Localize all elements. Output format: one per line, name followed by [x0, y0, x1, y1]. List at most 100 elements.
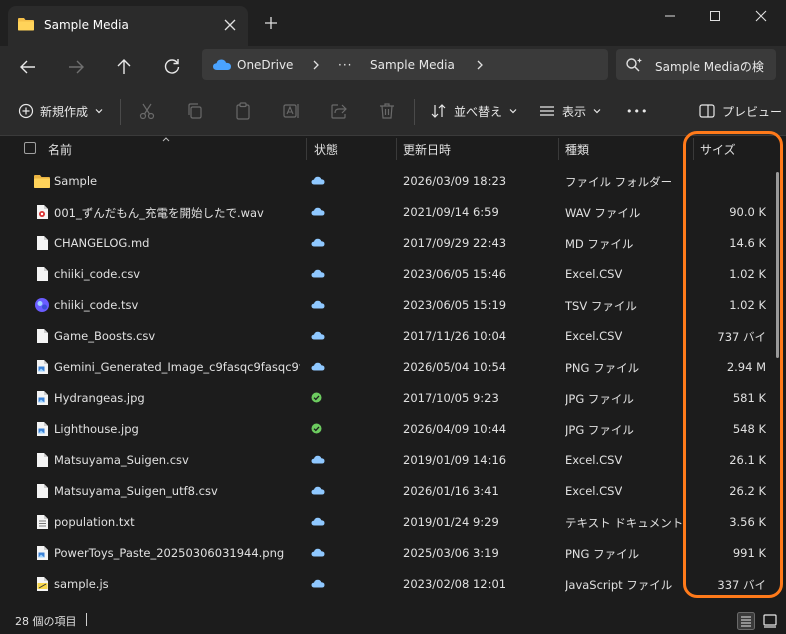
file-size: 548 K	[732, 422, 766, 436]
cloud-status-icon	[311, 455, 325, 464]
file-row[interactable]: Hydrangeas.jpg 2017/10/05 9:23 JPG ファイル 581…	[0, 382, 774, 413]
scrollbar-thumb[interactable]	[776, 172, 779, 358]
chevron-down-icon	[509, 109, 517, 114]
file-size: 581 K	[732, 391, 766, 405]
search-input[interactable]: Sample Mediaの検	[655, 58, 764, 75]
file-row[interactable]: population.txt 2019/01/24 9:29 テキスト ドキュメント…	[0, 506, 774, 537]
file-row[interactable]: CHANGELOG.md 2017/09/29 22:43 MD ファイル 14.6 …	[0, 227, 774, 258]
address-bar[interactable]: OneDrive ··· Sample Media	[202, 49, 608, 80]
column-modified[interactable]: 更新日時	[403, 141, 451, 158]
search-box[interactable]: Sample Mediaの検	[616, 49, 776, 80]
cloud-status-icon	[311, 269, 325, 278]
file-size: 3.56 K	[729, 515, 766, 529]
breadcrumb-sample-media[interactable]: Sample Media	[370, 58, 455, 72]
column-size[interactable]: サイズ	[700, 141, 736, 158]
view-button[interactable]: 表示	[538, 99, 602, 123]
file-name: chiiki_code.tsv	[54, 298, 139, 312]
paste-icon[interactable]	[233, 101, 253, 121]
js-file-icon	[37, 577, 48, 591]
new-button[interactable]: 新規作成	[18, 99, 104, 123]
up-arrow-icon[interactable]	[111, 54, 137, 80]
close-window-icon[interactable]	[741, 4, 781, 28]
chevron-right-icon[interactable]	[312, 59, 320, 71]
file-name: Matsuyama_Suigen.csv	[54, 453, 189, 467]
file-modified: 2026/03/09 18:23	[403, 174, 507, 188]
file-row[interactable]: Lighthouse.jpg 2026/04/09 10:44 JPG ファイル 54…	[0, 413, 774, 444]
file-row[interactable]: Sample 2026/03/09 18:23 ファイル フォルダー	[0, 165, 774, 196]
breadcrumb-ellipsis[interactable]: ···	[338, 58, 352, 72]
chevron-down-icon	[593, 109, 601, 114]
column-divider[interactable]	[306, 138, 307, 160]
file-modified: 2017/10/05 9:23	[403, 391, 499, 405]
cloud-status-icon	[311, 579, 325, 588]
file-name: Hydrangeas.jpg	[54, 391, 145, 405]
file-type: JPG ファイル	[565, 423, 634, 437]
column-type[interactable]: 種類	[565, 141, 589, 158]
status-divider	[86, 613, 87, 626]
file-modified: 2017/09/29 22:43	[403, 236, 507, 250]
file-row[interactable]: Matsuyama_Suigen_utf8.csv 2026/01/16 3:41…	[0, 475, 774, 506]
text-file-icon	[37, 515, 48, 529]
file-row[interactable]: PowerToys_Paste_20250306031944.png 2025/0…	[0, 537, 774, 568]
file-modified: 2019/01/09 14:16	[403, 453, 507, 467]
document-icon	[37, 267, 48, 281]
audio-file-icon	[37, 205, 48, 219]
file-modified: 2021/09/14 6:59	[403, 205, 499, 219]
tab-sample-media[interactable]: Sample Media	[8, 6, 248, 46]
maximize-icon[interactable]	[695, 4, 735, 28]
file-row[interactable]: Gemini_Generated_Image_c9fasqc9fasqc9fa.…	[0, 351, 774, 382]
column-divider[interactable]	[396, 138, 397, 160]
file-row[interactable]: chiiki_code.tsv 2023/06/05 15:19 TSV ファイル 1…	[0, 289, 774, 320]
close-tab-icon[interactable]	[220, 15, 240, 35]
file-type: Excel.CSV	[565, 453, 623, 467]
tiles-view-icon[interactable]	[761, 612, 779, 630]
share-icon[interactable]	[329, 101, 349, 121]
chevron-right-icon[interactable]	[476, 59, 484, 71]
image-file-icon	[37, 546, 48, 560]
file-name: 001_ずんだもん_充電を開始したで.wav	[54, 206, 264, 220]
cloud-status-icon	[311, 331, 325, 340]
rename-icon[interactable]	[281, 101, 301, 121]
refresh-icon[interactable]	[159, 54, 185, 80]
toolbar-divider	[414, 99, 415, 125]
sort-ascending-icon	[162, 137, 170, 142]
file-modified: 2026/04/09 10:44	[403, 422, 507, 436]
list-view-icon	[540, 106, 554, 116]
file-type: Excel.CSV	[565, 329, 623, 343]
forward-arrow-icon[interactable]	[63, 54, 89, 80]
synced-check-icon	[311, 423, 322, 434]
file-modified: 2017/11/26 10:04	[403, 329, 507, 343]
breadcrumb-onedrive[interactable]: OneDrive	[237, 58, 293, 72]
file-name: Matsuyama_Suigen_utf8.csv	[54, 484, 218, 498]
file-size: 1.02 K	[729, 267, 766, 281]
folder-icon	[18, 18, 34, 31]
file-size: 737 バイ	[717, 330, 766, 344]
back-arrow-icon[interactable]	[15, 54, 41, 80]
copy-icon[interactable]	[185, 101, 205, 121]
file-row[interactable]: chiiki_code.csv 2023/06/05 15:46 Excel.CSV…	[0, 258, 774, 289]
new-button-label: 新規作成	[40, 104, 89, 119]
new-tab-icon[interactable]	[262, 14, 280, 32]
select-all-checkbox[interactable]	[24, 142, 36, 154]
delete-icon[interactable]	[377, 101, 397, 121]
file-size: 1.02 K	[729, 298, 766, 312]
file-row[interactable]: Matsuyama_Suigen.csv 2019/01/09 14:16 Exce…	[0, 444, 774, 475]
column-divider[interactable]	[558, 138, 559, 160]
cut-icon[interactable]	[137, 101, 157, 121]
details-view-icon[interactable]	[737, 612, 755, 630]
column-name[interactable]: 名前	[48, 141, 72, 158]
chevron-down-icon	[95, 109, 103, 114]
file-row[interactable]: Game_Boosts.csv 2017/11/26 10:04 Excel.CSV…	[0, 320, 774, 351]
file-row[interactable]: 001_ずんだもん_充電を開始したで.wav 2021/09/14 6:59 WAV…	[0, 196, 774, 227]
document-icon	[37, 329, 48, 343]
document-icon	[37, 453, 48, 467]
preview-button[interactable]: プレビュー	[698, 99, 782, 123]
more-options-button[interactable]: •••	[626, 99, 648, 123]
file-row[interactable]: sample.js 2023/02/08 12:01 JavaScript ファイル…	[0, 568, 774, 599]
column-status[interactable]: 状態	[314, 141, 338, 158]
column-divider[interactable]	[693, 138, 694, 160]
file-size: 90.0 K	[729, 205, 766, 219]
minimize-icon[interactable]	[650, 4, 690, 28]
synced-check-icon	[311, 392, 322, 403]
sort-button[interactable]: 並べ替え	[430, 99, 518, 123]
